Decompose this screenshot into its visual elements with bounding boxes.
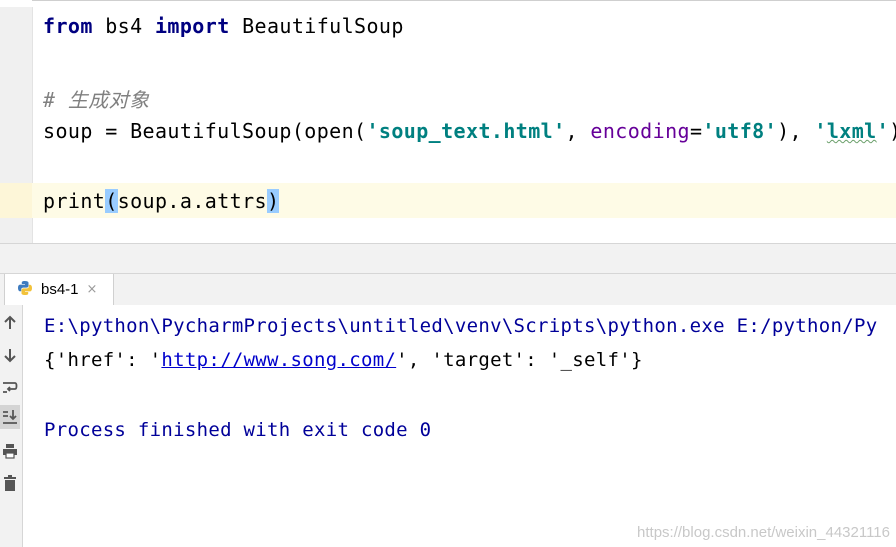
output-text: {'href': '	[44, 349, 162, 371]
code-line-1[interactable]: from bs4 import BeautifulSoup	[43, 14, 404, 38]
code-text: ),	[777, 119, 815, 143]
run-tab[interactable]: bs4-1 ×	[4, 274, 114, 305]
code-text: ,	[565, 119, 591, 143]
string-quote: '	[814, 119, 827, 143]
code-text: soup = BeautifulSoup(open(	[43, 119, 367, 143]
watermark-text: https://blog.csdn.net/weixin_44321116	[637, 524, 890, 541]
close-icon[interactable]: ×	[87, 282, 98, 297]
run-tab-bar: bs4-1 ×	[0, 273, 896, 306]
console-output-line: {'href': 'http://www.song.com/', 'target…	[44, 349, 643, 371]
builtin-print: print	[43, 189, 106, 213]
run-toolbar	[0, 305, 23, 547]
code-line-3[interactable]: soup = BeautifulSoup(open('soup_text.htm…	[43, 119, 896, 143]
run-console-output[interactable]: E:\python\PycharmProjects\untitled\venv\…	[23, 305, 896, 547]
editor-top-edge	[0, 0, 896, 7]
spelling-typo-string: lxml	[826, 119, 877, 143]
code-text: soup.a.attrs	[117, 189, 267, 213]
keyword-from: from	[43, 14, 93, 38]
string-quote: '	[876, 119, 890, 143]
panel-splitter[interactable]	[0, 243, 896, 274]
string-literal: 'utf8'	[702, 119, 778, 143]
keyword-argument: encoding	[590, 119, 690, 143]
down-arrow-icon[interactable]	[0, 343, 20, 367]
matched-paren-close: )	[266, 189, 280, 213]
code-text: )	[889, 119, 896, 143]
current-line-gutter	[0, 183, 32, 218]
run-tab-label: bs4-1	[41, 281, 79, 298]
print-icon[interactable]	[0, 439, 20, 463]
string-literal: 'soup_text.html'	[366, 119, 566, 143]
code-text: =	[689, 119, 703, 143]
python-icon	[17, 280, 33, 300]
up-arrow-icon[interactable]	[0, 311, 20, 335]
scroll-to-end-icon[interactable]	[0, 405, 20, 429]
code-line-4[interactable]: print(soup.a.attrs)	[43, 189, 280, 213]
trash-icon[interactable]	[0, 471, 20, 495]
code-comment[interactable]: # 生成对象	[43, 84, 149, 113]
soft-wrap-icon[interactable]	[0, 375, 20, 399]
imported-name: BeautifulSoup	[229, 14, 404, 38]
console-command-line: E:\python\PycharmProjects\untitled\venv\…	[44, 315, 878, 337]
console-exit-message: Process finished with exit code 0	[44, 419, 432, 441]
output-link[interactable]: http://www.song.com/	[161, 349, 396, 371]
matched-paren-open: (	[105, 189, 118, 213]
output-text: ', 'target': '_self'}	[396, 349, 643, 371]
module-name: bs4	[92, 14, 155, 38]
keyword-import: import	[154, 14, 230, 38]
code-editor[interactable]: from bs4 import BeautifulSoup # 生成对象 sou…	[0, 0, 896, 243]
